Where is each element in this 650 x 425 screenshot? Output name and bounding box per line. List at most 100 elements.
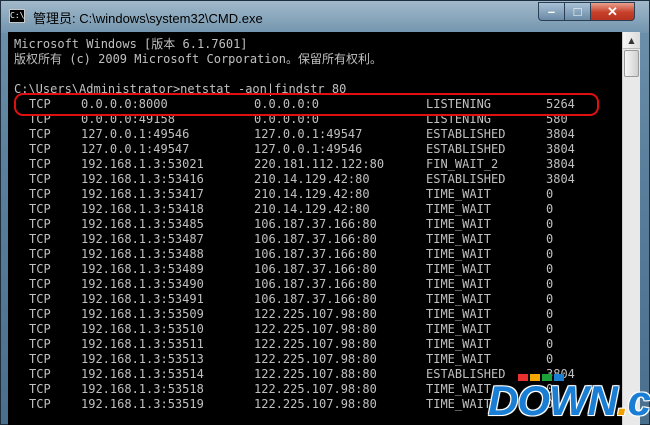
watermark-main: DOWN	[488, 377, 618, 424]
netstat-proto-cell: TCP	[29, 322, 51, 336]
watermark-logo: DOWN.cc	[488, 372, 650, 425]
netstat-proto-cell: TCP	[29, 367, 51, 381]
netstat-foreign-cell: 127.0.0.1:49547	[254, 127, 363, 141]
maximize-button[interactable]: □	[564, 2, 591, 21]
netstat-local-cell: 192.168.1.3:53510	[81, 322, 204, 336]
netstat-proto-cell: TCP	[29, 172, 51, 186]
netstat-local-cell: 192.168.1.3:53418	[81, 202, 204, 216]
netstat-pid-cell: 0	[546, 352, 554, 366]
console-header-line: 版权所有 (c) 2009 Microsoft Corporation。保留所有…	[14, 52, 382, 66]
netstat-proto-cell: TCP	[29, 247, 51, 261]
netstat-foreign-cell: 106.187.37.166:80	[254, 247, 377, 261]
netstat-proto-cell: TCP	[29, 127, 51, 141]
netstat-foreign-cell: 106.187.37.166:80	[254, 292, 377, 306]
netstat-proto-cell: TCP	[29, 142, 51, 156]
netstat-local-cell: 192.168.1.3:53513	[81, 352, 204, 366]
netstat-state-cell: TIME_WAIT	[426, 322, 492, 336]
window-title: 管理员: C:\windows\system32\CMD.exe	[33, 11, 263, 26]
netstat-proto-cell: TCP	[29, 292, 51, 306]
netstat-state-cell: TIME_WAIT	[426, 232, 492, 246]
netstat-local-cell: 127.0.0.1:49546	[81, 127, 190, 141]
netstat-foreign-cell: 106.187.37.166:80	[254, 277, 377, 291]
netstat-local-cell: 192.168.1.3:53021	[81, 157, 204, 171]
netstat-state-cell: TIME_WAIT	[426, 277, 492, 291]
netstat-foreign-cell: 106.187.37.166:80	[254, 217, 377, 231]
netstat-state-cell: TIME_WAIT	[426, 337, 492, 351]
netstat-state-cell: ESTABLISHED	[426, 172, 506, 186]
netstat-state-cell: TIME_WAIT	[426, 202, 492, 216]
console-header-line: Microsoft Windows [版本 6.1.7601]	[14, 37, 248, 51]
netstat-state-cell: TIME_WAIT	[426, 307, 492, 321]
title-bar[interactable]: C:\ 管理员: C:\windows\system32\CMD.exe – □…	[1, 1, 649, 33]
netstat-foreign-cell: 220.181.112.122:80	[254, 157, 385, 171]
netstat-pid-cell: 3804	[546, 157, 575, 171]
netstat-foreign-cell: 122.225.107.88:80	[254, 367, 377, 381]
netstat-foreign-cell: 106.187.37.166:80	[254, 262, 377, 276]
console-output[interactable]: Microsoft Windows [版本 6.1.7601] 版权所有 (c)…	[8, 32, 622, 425]
netstat-state-cell: ESTABLISHED	[426, 127, 506, 141]
netstat-local-cell: 192.168.1.3:53487	[81, 232, 204, 246]
netstat-local-cell: 192.168.1.3:53519	[81, 397, 204, 411]
netstat-proto-cell: TCP	[29, 217, 51, 231]
netstat-proto-cell: TCP	[29, 187, 51, 201]
netstat-pid-cell: 0	[546, 322, 554, 336]
netstat-pid-cell: 0	[546, 307, 554, 321]
netstat-pid-cell: 3804	[546, 127, 575, 141]
netstat-foreign-cell: 210.14.129.42:80	[254, 172, 370, 186]
netstat-pid-cell: 0	[546, 337, 554, 351]
netstat-state-cell: TIME_WAIT	[426, 292, 492, 306]
netstat-foreign-cell: 122.225.107.98:80	[254, 337, 377, 351]
netstat-proto-cell: TCP	[29, 397, 51, 411]
scrollbar-thumb[interactable]	[624, 50, 639, 77]
scroll-up-arrow-icon[interactable]: ▲	[623, 32, 640, 49]
netstat-foreign-cell: 210.14.129.42:80	[254, 202, 370, 216]
netstat-local-cell: 192.168.1.3:53485	[81, 217, 204, 231]
watermark-text: DOWN.cc	[488, 378, 650, 424]
netstat-local-cell: 192.168.1.3:53489	[81, 262, 204, 276]
cmd-app-icon[interactable]: C:\	[9, 9, 25, 23]
netstat-local-cell: 192.168.1.3:53514	[81, 367, 204, 381]
netstat-proto-cell: TCP	[29, 382, 51, 396]
netstat-local-cell: 192.168.1.3:53488	[81, 247, 204, 261]
netstat-pid-cell: 0	[546, 292, 554, 306]
watermark-dot: .	[616, 377, 629, 424]
netstat-state-cell: TIME_WAIT	[426, 217, 492, 231]
netstat-foreign-cell: 122.225.107.98:80	[254, 382, 377, 396]
netstat-foreign-cell: 127.0.0.1:49546	[254, 142, 363, 156]
netstat-proto-cell: TCP	[29, 157, 51, 171]
close-button[interactable]: ✕	[590, 2, 635, 21]
netstat-proto-cell: TCP	[29, 232, 51, 246]
minimize-button[interactable]: –	[538, 2, 565, 21]
vertical-scrollbar[interactable]: ▲	[622, 32, 640, 425]
netstat-pid-cell: 0	[546, 232, 554, 246]
netstat-local-cell: 192.168.1.3:53491	[81, 292, 204, 306]
netstat-proto-cell: TCP	[29, 262, 51, 276]
netstat-state-cell: TIME_WAIT	[426, 187, 492, 201]
highlight-annotation	[14, 93, 599, 116]
netstat-pid-cell: 0	[546, 277, 554, 291]
netstat-local-cell: 192.168.1.3:53417	[81, 187, 204, 201]
netstat-pid-cell: 0	[546, 202, 554, 216]
netstat-foreign-cell: 122.225.107.98:80	[254, 397, 377, 411]
netstat-state-cell: TIME_WAIT	[426, 382, 492, 396]
netstat-state-cell: TIME_WAIT	[426, 352, 492, 366]
netstat-local-cell: 127.0.0.1:49547	[81, 142, 190, 156]
netstat-local-cell: 192.168.1.3:53518	[81, 382, 204, 396]
watermark-tld: cc	[627, 377, 650, 424]
netstat-foreign-cell: 210.14.129.42:80	[254, 187, 370, 201]
netstat-state-cell: FIN_WAIT_2	[426, 157, 499, 171]
netstat-local-cell: 192.168.1.3:53490	[81, 277, 204, 291]
netstat-pid-cell: 0	[546, 217, 554, 231]
netstat-state-cell: ESTABLISHED	[426, 142, 506, 156]
netstat-foreign-cell: 122.225.107.98:80	[254, 322, 377, 336]
netstat-local-cell: 192.168.1.3:53511	[81, 337, 204, 351]
netstat-foreign-cell: 122.225.107.98:80	[254, 352, 377, 366]
netstat-proto-cell: TCP	[29, 352, 51, 366]
netstat-pid-cell: 0	[546, 262, 554, 276]
netstat-state-cell: TIME_WAIT	[426, 247, 492, 261]
netstat-state-cell: TIME_WAIT	[426, 397, 492, 411]
netstat-proto-cell: TCP	[29, 202, 51, 216]
netstat-foreign-cell: 122.225.107.98:80	[254, 307, 377, 321]
netstat-pid-cell: 3804	[546, 172, 575, 186]
netstat-proto-cell: TCP	[29, 307, 51, 321]
